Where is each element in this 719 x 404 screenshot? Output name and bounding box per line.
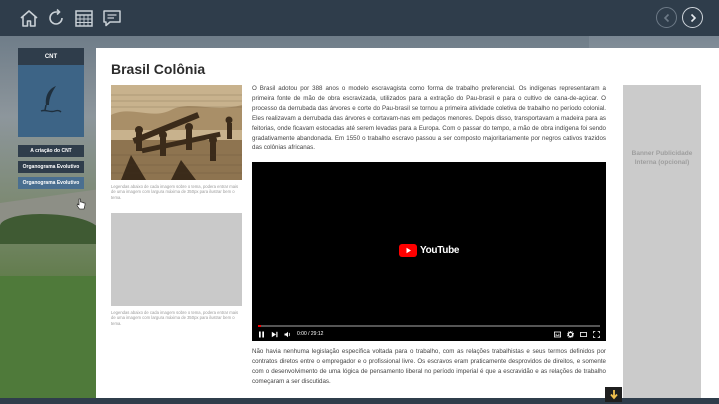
menu-item-organograma-2[interactable]: Organograma Evolutivo [18,177,84,189]
pause-icon[interactable] [258,331,265,338]
menu-item-organograma-1[interactable]: Organograma Evolutivo [18,161,84,173]
home-icon[interactable] [18,7,40,29]
chevron-left-icon[interactable] [656,7,677,28]
menu-item-criacao-cnt[interactable]: A criação do CNT [18,145,84,157]
next-video-icon[interactable] [271,331,278,338]
historical-engraving-image [111,85,242,180]
youtube-brand: YouTube [420,245,460,256]
refresh-icon[interactable] [45,7,67,29]
subtitles-icon[interactable] [554,331,561,338]
fullscreen-icon[interactable] [593,330,600,338]
youtube-play-icon [399,244,417,257]
arrow-down-icon[interactable] [605,387,622,402]
youtube-logo[interactable]: YouTube [399,244,460,257]
image-caption: Legendas abaixo de cada imagem sobre o t… [111,184,239,200]
page-title: Brasil Colônia [111,61,206,77]
theater-mode-icon[interactable] [580,331,587,338]
settings-gear-icon[interactable] [567,330,574,338]
quill-pen-icon [18,65,84,137]
top-toolbar [0,0,719,36]
hand-cursor-icon [76,198,86,210]
video-time: 0:00 / 29:12 [297,331,324,337]
menu-header: CNT [18,48,84,65]
content-panel: Brasil Colônia Legendas abaixo de cada i… [96,48,719,399]
chevron-right-icon[interactable] [682,7,703,28]
image-caption: Legendas abaixo de cada imagem sobre o t… [111,310,239,326]
video-player[interactable]: YouTube 0:00 / 29:12 [252,162,606,341]
image-placeholder [111,213,242,306]
chat-icon[interactable] [101,7,123,29]
paragraph-legislation: Não havia nenhuma legislação específica … [252,348,606,385]
paragraph-intro: O Brasil adotou por 388 anos o modelo es… [252,85,606,152]
volume-icon[interactable] [284,331,291,338]
video-controls: 0:00 / 29:12 [258,325,600,341]
calendar-icon[interactable] [73,7,95,29]
side-menu: CNT A criação do CNT Organograma Evoluti… [18,48,84,189]
video-progress-bar[interactable] [258,325,600,327]
banner-placeholder: Banner Publicidade Interna (opcional) [623,85,701,399]
